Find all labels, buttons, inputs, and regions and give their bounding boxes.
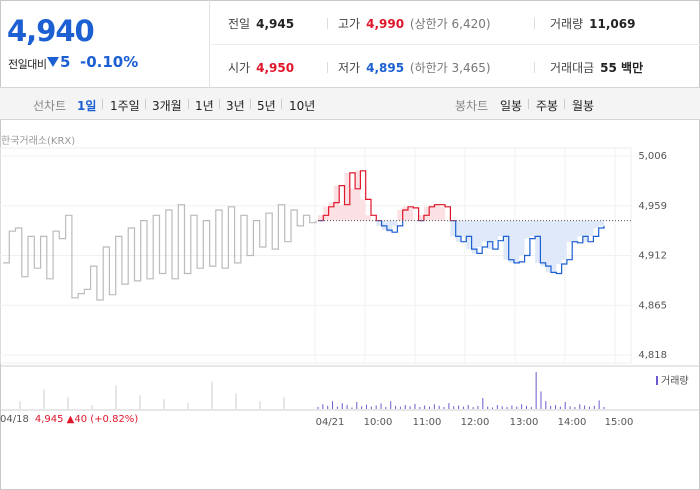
y-tick-label: 5,006	[638, 151, 667, 162]
y-axis-ticks: 5,006 4,959 4,912 4,865 4,818	[638, 151, 667, 361]
x-tick-label: 13:00	[510, 417, 539, 428]
volume-bars	[19, 371, 605, 409]
today-series	[318, 170, 605, 275]
y-tick-label: 4,818	[638, 350, 667, 361]
previous-date: 04/18	[0, 414, 29, 425]
y-tick-label: 4,912	[638, 251, 667, 262]
volume-legend: 거래량	[656, 372, 689, 387]
x-tick-label: 15:00	[605, 417, 634, 428]
x-axis-ticks: 04/21 10:00 11:00 12:00 13:00 14:00 15:00	[316, 417, 634, 428]
volume-legend-swatch	[656, 376, 658, 385]
x-tick-label: 10:00	[364, 417, 393, 428]
previous-day-info: 04/18 4,945 ▲40 (+0.82%)	[0, 414, 138, 425]
x-tick-label: 04/21	[316, 417, 345, 428]
x-tick-label: 11:00	[413, 417, 442, 428]
previous-rate: (+0.82%)	[90, 414, 139, 425]
y-tick-label: 4,959	[638, 201, 667, 212]
previous-change: ▲40	[66, 414, 88, 425]
x-tick-label: 12:00	[461, 417, 490, 428]
previous-close: 4,945	[34, 414, 64, 425]
previous-day-series	[3, 204, 317, 301]
y-tick-label: 4,865	[638, 300, 667, 311]
previous-day-line	[3, 204, 317, 301]
x-tick-label: 14:00	[558, 417, 587, 428]
